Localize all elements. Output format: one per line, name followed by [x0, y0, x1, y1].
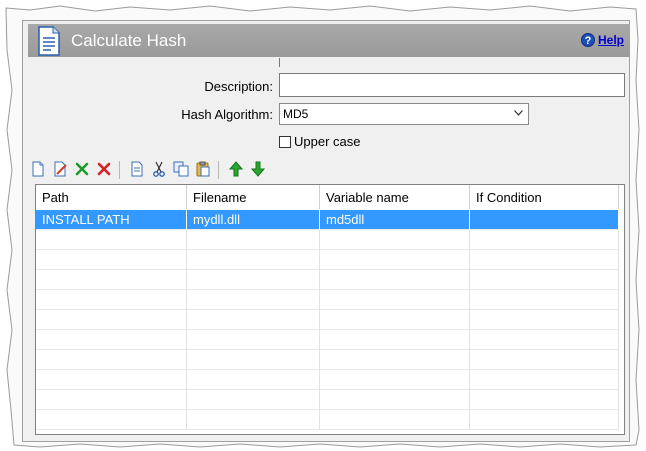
move-up-icon[interactable]: [228, 161, 244, 177]
table-row[interactable]: [36, 410, 619, 430]
title-bar: Calculate Hash ? Help: [28, 24, 630, 57]
description-label: Description:: [204, 79, 273, 94]
table-row[interactable]: [36, 370, 619, 390]
table-cell[interactable]: [36, 270, 187, 290]
delete-all-icon[interactable]: [96, 161, 112, 177]
page-title: Calculate Hash: [71, 31, 187, 50]
table-cell[interactable]: [320, 410, 470, 430]
table-cell[interactable]: [187, 350, 320, 370]
table-cell[interactable]: [187, 390, 320, 410]
table-cell[interactable]: [320, 290, 470, 310]
table-cell[interactable]: [320, 390, 470, 410]
new-icon[interactable]: [30, 161, 46, 177]
description-input[interactable]: [279, 73, 625, 97]
table-cell[interactable]: [470, 290, 619, 310]
table-cell[interactable]: [187, 270, 320, 290]
column-header-if-condition[interactable]: If Condition: [470, 185, 619, 209]
table-cell[interactable]: [470, 370, 619, 390]
table-row[interactable]: [36, 250, 619, 270]
table-cell[interactable]: [470, 350, 619, 370]
chevron-down-icon[interactable]: [514, 110, 523, 116]
table-cell[interactable]: [187, 290, 320, 310]
document-icon: [38, 26, 60, 56]
table-cell[interactable]: [470, 230, 619, 250]
table-cell[interactable]: [470, 330, 619, 350]
table-cell[interactable]: [320, 330, 470, 350]
table-cell[interactable]: [187, 410, 320, 430]
toolbar-separator: [218, 161, 219, 179]
table-cell[interactable]: [320, 270, 470, 290]
table-body: INSTALL PATH mydll.dll md5dll: [36, 210, 619, 430]
table-cell[interactable]: [187, 310, 320, 330]
table-row[interactable]: [36, 350, 619, 370]
cut-icon[interactable]: [151, 161, 167, 177]
table-row[interactable]: [36, 310, 619, 330]
upper-case-option[interactable]: Upper case: [279, 134, 360, 149]
edit-icon[interactable]: [52, 161, 68, 177]
toolbar-separator: [119, 161, 120, 179]
upper-case-label[interactable]: Upper case: [294, 134, 360, 149]
table-cell[interactable]: [36, 350, 187, 370]
cell-path[interactable]: INSTALL PATH: [36, 210, 187, 230]
table-row[interactable]: [36, 390, 619, 410]
table-cell[interactable]: [187, 250, 320, 270]
table-row[interactable]: [36, 270, 619, 290]
table-cell[interactable]: [470, 310, 619, 330]
copy-icon[interactable]: [129, 161, 145, 177]
table-cell[interactable]: [36, 290, 187, 310]
column-header-path[interactable]: Path: [36, 185, 187, 209]
table-cell[interactable]: [36, 250, 187, 270]
hash-algorithm-label: Hash Algorithm:: [181, 107, 273, 122]
table-cell[interactable]: [187, 370, 320, 390]
table-cell[interactable]: [320, 230, 470, 250]
table-cell[interactable]: [36, 230, 187, 250]
table-row[interactable]: INSTALL PATH mydll.dll md5dll: [36, 210, 619, 230]
table-cell[interactable]: [36, 310, 187, 330]
hash-algorithm-select[interactable]: MD5: [279, 103, 529, 125]
table-cell[interactable]: [470, 250, 619, 270]
table-cell[interactable]: [470, 410, 619, 430]
cell-if-condition[interactable]: [470, 210, 619, 230]
table-cell[interactable]: [470, 270, 619, 290]
table-header: Path Filename Variable name If Condition: [36, 185, 624, 209]
table-cell[interactable]: [320, 250, 470, 270]
upper-case-checkbox[interactable]: [279, 135, 291, 148]
delete-icon[interactable]: [74, 161, 90, 177]
table-cell[interactable]: [470, 390, 619, 410]
table-cell[interactable]: [36, 370, 187, 390]
help-icon[interactable]: ?: [580, 33, 595, 47]
table-cell[interactable]: [36, 390, 187, 410]
table-cell[interactable]: [320, 370, 470, 390]
table-cell[interactable]: [320, 310, 470, 330]
table-row[interactable]: [36, 230, 619, 250]
column-header-variable-name[interactable]: Variable name: [320, 185, 470, 209]
table-cell[interactable]: [187, 230, 320, 250]
table-cell[interactable]: [36, 330, 187, 350]
resize-marker: [279, 58, 280, 67]
table-cell[interactable]: [187, 330, 320, 350]
help-link[interactable]: Help: [598, 33, 624, 47]
table-cell[interactable]: [320, 350, 470, 370]
help-link-group[interactable]: ? Help: [580, 33, 624, 47]
column-header-filename[interactable]: Filename: [187, 185, 320, 209]
cell-variable-name[interactable]: md5dll: [320, 210, 470, 230]
duplicate-icon[interactable]: [173, 161, 189, 177]
move-down-icon[interactable]: [250, 161, 266, 177]
table-row[interactable]: [36, 330, 619, 350]
hash-algorithm-value: MD5: [283, 107, 309, 121]
table-cell[interactable]: [36, 410, 187, 430]
hash-table: Path Filename Variable name If Condition…: [35, 184, 625, 435]
table-row[interactable]: [36, 290, 619, 310]
cell-filename[interactable]: mydll.dll: [187, 210, 320, 230]
paste-icon[interactable]: [195, 161, 211, 177]
